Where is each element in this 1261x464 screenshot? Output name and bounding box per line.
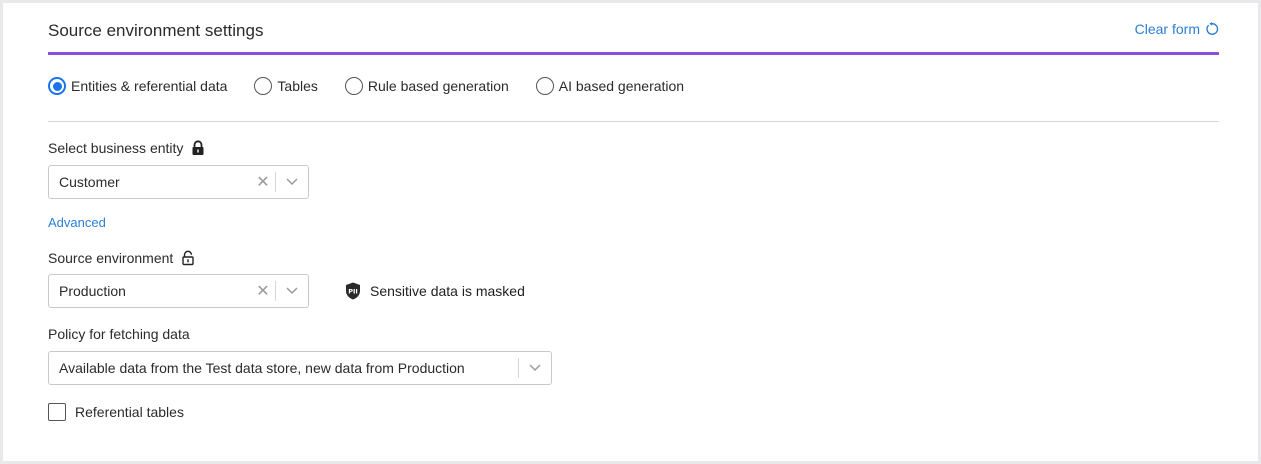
radio-label: Rule based generation — [367, 78, 509, 94]
advanced-link[interactable]: Advanced — [48, 215, 106, 230]
section-header: Source environment settings Clear form — [48, 3, 1219, 55]
radio-ai-based[interactable]: AI based generation — [535, 77, 685, 95]
chevron-down-icon[interactable] — [276, 178, 308, 186]
reset-icon — [1206, 22, 1219, 35]
pii-badge-text: PII — [348, 288, 358, 296]
pii-indicator: PII Sensitive data is masked — [345, 282, 525, 300]
clear-form-label: Clear form — [1134, 21, 1200, 37]
section-title: Source environment settings — [48, 21, 264, 40]
policy-label-text: Policy for fetching data — [48, 326, 190, 342]
source-environment-label-text: Source environment — [48, 250, 174, 266]
referential-tables-checkbox[interactable] — [48, 403, 66, 421]
radio-button[interactable] — [254, 77, 273, 95]
clear-form-button[interactable]: Clear form — [1135, 21, 1219, 37]
radio-button[interactable] — [344, 77, 363, 95]
sensitive-data-text: Sensitive data is masked — [370, 283, 525, 299]
settings-card: Source environment settings Clear form E… — [3, 3, 1258, 461]
policy-select[interactable]: Available data from the Test data store,… — [48, 351, 552, 385]
radio-entities[interactable]: Entities & referential data — [48, 77, 227, 95]
business-entity-label: Select business entity — [48, 140, 205, 156]
source-environment-value: Production — [59, 283, 126, 299]
radio-rule-based[interactable]: Rule based generation — [344, 77, 509, 95]
policy-value: Available data from the Test data store,… — [59, 360, 465, 376]
business-entity-value: Customer — [59, 174, 120, 190]
policy-label: Policy for fetching data — [48, 326, 190, 342]
radio-tables[interactable]: Tables — [254, 77, 318, 95]
radio-label: Tables — [277, 78, 318, 94]
referential-tables-row: Referential tables — [48, 403, 184, 421]
clear-selection-icon[interactable]: ✕ — [251, 281, 275, 301]
chevron-down-icon[interactable] — [519, 364, 551, 372]
radio-button-checked[interactable] — [48, 77, 66, 95]
business-entity-label-text: Select business entity — [48, 140, 184, 156]
lock-closed-icon — [192, 140, 204, 155]
lock-open-icon — [182, 250, 194, 266]
referential-tables-label: Referential tables — [75, 404, 184, 420]
radio-label: Entities & referential data — [71, 78, 228, 94]
divider — [48, 121, 1219, 122]
radio-label: AI based generation — [558, 78, 685, 94]
source-environment-select[interactable]: Production ✕ — [48, 274, 309, 308]
radio-button[interactable] — [535, 77, 554, 95]
clear-selection-icon[interactable]: ✕ — [251, 172, 275, 192]
business-entity-select[interactable]: Customer ✕ — [48, 165, 309, 199]
chevron-down-icon[interactable] — [276, 287, 308, 295]
source-environment-label: Source environment — [48, 250, 195, 266]
source-type-radio-group: Entities & referential data Tables Rule … — [48, 75, 684, 97]
pii-shield-icon: PII — [346, 282, 360, 300]
